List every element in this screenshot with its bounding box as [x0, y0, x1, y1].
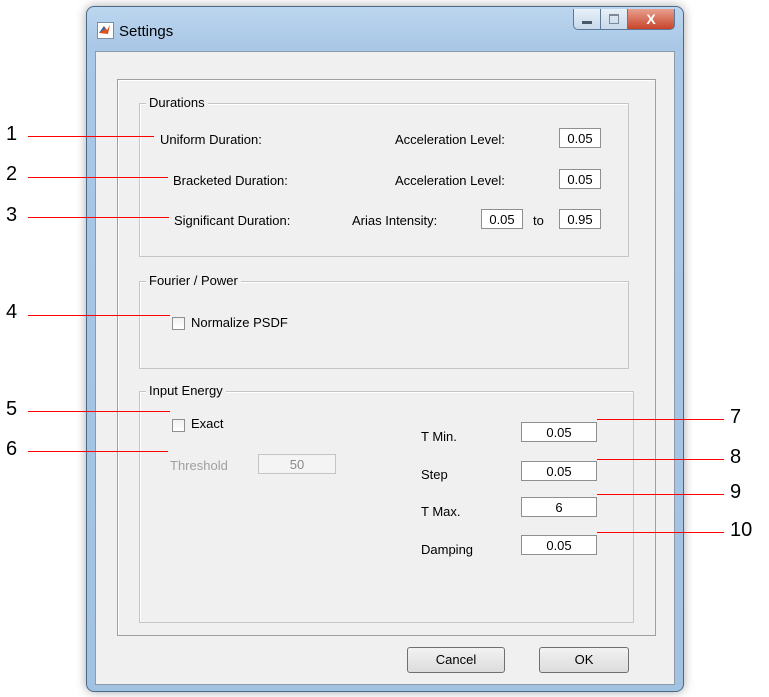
tmax-label: T Max.	[421, 504, 461, 519]
callout-number-8: 8	[730, 446, 742, 468]
callout-line-2	[28, 177, 168, 178]
maximize-icon	[609, 14, 619, 24]
tmin-input[interactable]: 0.05	[521, 422, 597, 442]
settings-panel: Durations Uniform Duration: Acceleration…	[117, 79, 656, 636]
callout-line-4	[28, 315, 170, 316]
durations-group: Durations Uniform Duration: Acceleration…	[139, 95, 629, 257]
arias-from-input[interactable]: 0.05	[481, 209, 523, 229]
title-bar[interactable]: Settings X	[87, 7, 683, 51]
uniform-accel-label: Acceleration Level:	[395, 132, 505, 147]
damping-label: Damping	[421, 542, 474, 557]
input-energy-legend: Input Energy	[146, 383, 226, 398]
caption-buttons: X	[573, 9, 675, 31]
callout-line-5	[28, 411, 170, 412]
callout-number-9: 9	[730, 481, 742, 503]
callout-line-6	[28, 451, 168, 452]
bracketed-accel-label: Acceleration Level:	[395, 173, 505, 188]
tmax-input[interactable]: 6	[521, 497, 597, 517]
arias-intensity-label: Arias Intensity:	[352, 213, 438, 228]
step-label: Step	[421, 467, 448, 482]
threshold-label: Threshold	[170, 458, 228, 473]
durations-legend: Durations	[146, 95, 208, 110]
bracketed-duration-label: Bracketed Duration:	[173, 173, 288, 188]
close-button[interactable]: X	[628, 9, 675, 30]
fourier-legend: Fourier / Power	[146, 273, 241, 288]
matlab-icon	[97, 22, 114, 39]
step-input[interactable]: 0.05	[521, 461, 597, 481]
bracketed-accel-input[interactable]: 0.05	[559, 169, 601, 189]
normalize-psdf-checkbox[interactable]	[172, 317, 185, 330]
callout-line-8	[597, 459, 724, 460]
callout-line-1	[28, 136, 154, 137]
arias-to-input[interactable]: 0.95	[559, 209, 601, 229]
damping-input[interactable]: 0.05	[521, 535, 597, 555]
settings-window: Settings X Durations Uniform Duration: A…	[86, 6, 684, 692]
ok-button[interactable]: OK	[539, 647, 629, 673]
cancel-button[interactable]: Cancel	[407, 647, 505, 673]
threshold-input[interactable]: 50	[258, 454, 336, 474]
callout-number-10: 10	[730, 519, 753, 541]
close-icon: X	[646, 11, 656, 27]
callout-line-3	[28, 217, 169, 218]
normalize-psdf-label: Normalize PSDF	[191, 315, 288, 330]
maximize-button[interactable]	[601, 9, 628, 30]
dialog-client-area: Durations Uniform Duration: Acceleration…	[95, 51, 675, 685]
callout-line-10	[597, 532, 724, 533]
callout-number-1: 1	[6, 123, 18, 145]
to-label: to	[533, 213, 544, 228]
minimize-button[interactable]	[573, 9, 601, 30]
callout-number-7: 7	[730, 406, 742, 428]
significant-duration-label: Significant Duration:	[174, 213, 291, 228]
callout-number-6: 6	[6, 438, 18, 460]
uniform-accel-input[interactable]: 0.05	[559, 128, 601, 148]
callout-number-5: 5	[6, 398, 18, 420]
callout-number-2: 2	[6, 163, 18, 185]
tmin-label: T Min.	[421, 429, 457, 444]
fourier-group: Fourier / Power Normalize PSDF	[139, 273, 629, 369]
exact-label: Exact	[191, 416, 224, 431]
callout-number-3: 3	[6, 204, 18, 226]
minimize-icon	[582, 20, 592, 24]
callout-line-7	[597, 419, 724, 420]
exact-checkbox[interactable]	[172, 419, 185, 432]
callout-line-9	[597, 494, 724, 495]
window-title: Settings	[119, 23, 174, 40]
uniform-duration-label: Uniform Duration:	[160, 132, 262, 147]
input-energy-group: Input Energy Exact Threshold 50 T Min. 0…	[139, 383, 634, 623]
callout-number-4: 4	[6, 301, 18, 323]
